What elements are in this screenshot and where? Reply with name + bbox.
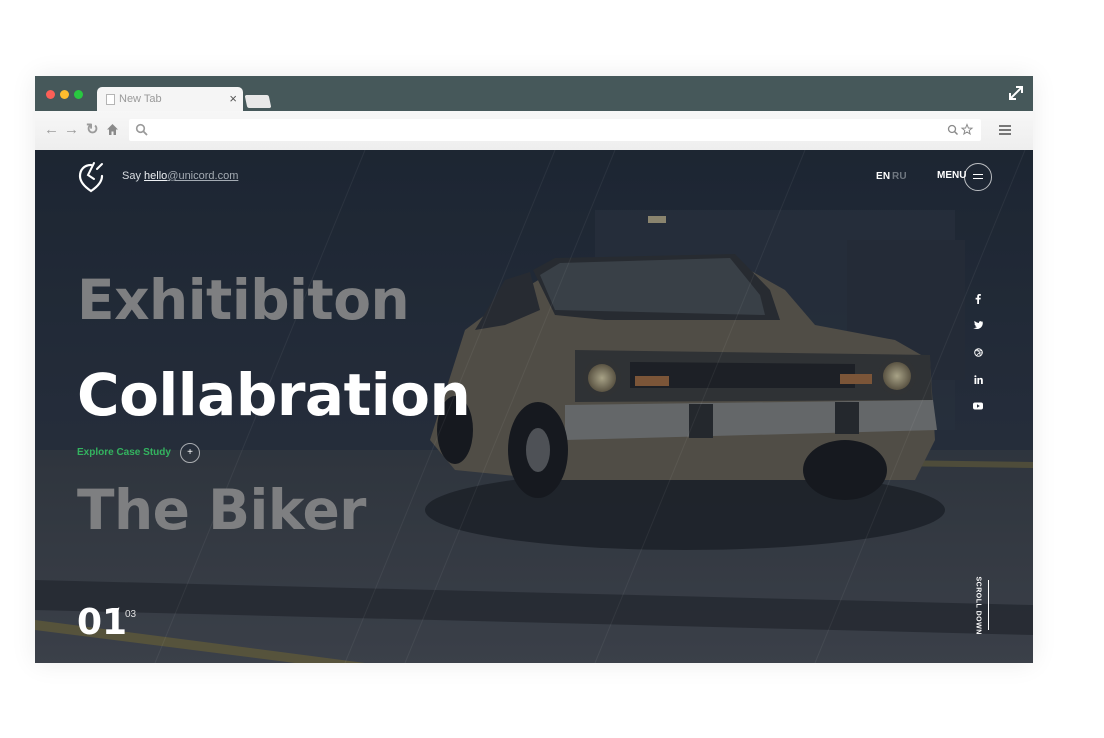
forward-icon[interactable]: → xyxy=(64,122,79,137)
language-en[interactable]: EN xyxy=(876,171,890,182)
youtube-icon[interactable] xyxy=(970,402,986,416)
hamburger-line xyxy=(973,174,983,176)
zoom-window-button[interactable] xyxy=(74,90,83,99)
search-icon xyxy=(135,123,148,136)
email-domain-link[interactable]: @unicord.com xyxy=(167,170,238,182)
reload-icon[interactable]: ↻ xyxy=(86,122,99,137)
home-icon[interactable] xyxy=(106,123,119,136)
scroll-indicator-line xyxy=(988,580,989,630)
browser-tab[interactable]: New Tab × xyxy=(97,87,243,111)
say-hello-contact: Say hello@unicord.com xyxy=(122,170,238,182)
address-bar[interactable] xyxy=(129,119,981,141)
browser-titlebar: New Tab × xyxy=(35,76,1033,111)
facebook-icon[interactable] xyxy=(970,294,986,308)
brand-logo[interactable] xyxy=(77,161,105,193)
language-ru[interactable]: RU xyxy=(892,171,907,182)
new-tab-button[interactable] xyxy=(244,95,272,108)
browser-menu-icon[interactable] xyxy=(999,124,1011,136)
browser-toolbar: ← → ↻ xyxy=(35,111,1033,150)
tab-title: New Tab xyxy=(119,93,162,105)
say-prefix: Say xyxy=(122,170,141,182)
close-tab-icon[interactable]: × xyxy=(229,91,237,106)
slide-title-current[interactable]: Collabration xyxy=(77,361,471,429)
scroll-down-label[interactable]: SCROLL DOWN xyxy=(975,577,982,635)
back-icon[interactable]: ← xyxy=(44,122,59,137)
document-icon xyxy=(106,94,115,105)
slide-title-next[interactable]: The Biker xyxy=(77,478,366,542)
hero-section: Say hello@unicord.com EN RU MENU Exhitib… xyxy=(35,150,1033,663)
slide-counter-separator: / xyxy=(116,605,120,619)
menu-button[interactable] xyxy=(964,163,992,191)
explore-case-study-link[interactable]: Explore Case Study xyxy=(77,447,171,458)
hamburger-line xyxy=(973,178,983,180)
slide-title-previous[interactable]: Exhitibiton xyxy=(77,268,410,332)
twitter-icon[interactable] xyxy=(970,321,986,335)
slide-counter-total: 03 xyxy=(125,609,137,620)
fullscreen-icon[interactable] xyxy=(1007,84,1025,102)
explore-plus-button[interactable]: + xyxy=(180,443,200,463)
linkedin-icon[interactable] xyxy=(970,375,986,389)
slide-counter-current: 01 xyxy=(77,602,128,643)
minimize-window-button[interactable] xyxy=(60,90,69,99)
email-user-link[interactable]: hello xyxy=(144,170,167,182)
zoom-star-icons[interactable] xyxy=(947,123,975,137)
menu-label[interactable]: MENU xyxy=(937,170,966,181)
browser-window: New Tab × ← → ↻ Say hello@unicord.com EN… xyxy=(35,76,1033,663)
dribbble-icon[interactable] xyxy=(970,348,986,362)
close-window-button[interactable] xyxy=(46,90,55,99)
